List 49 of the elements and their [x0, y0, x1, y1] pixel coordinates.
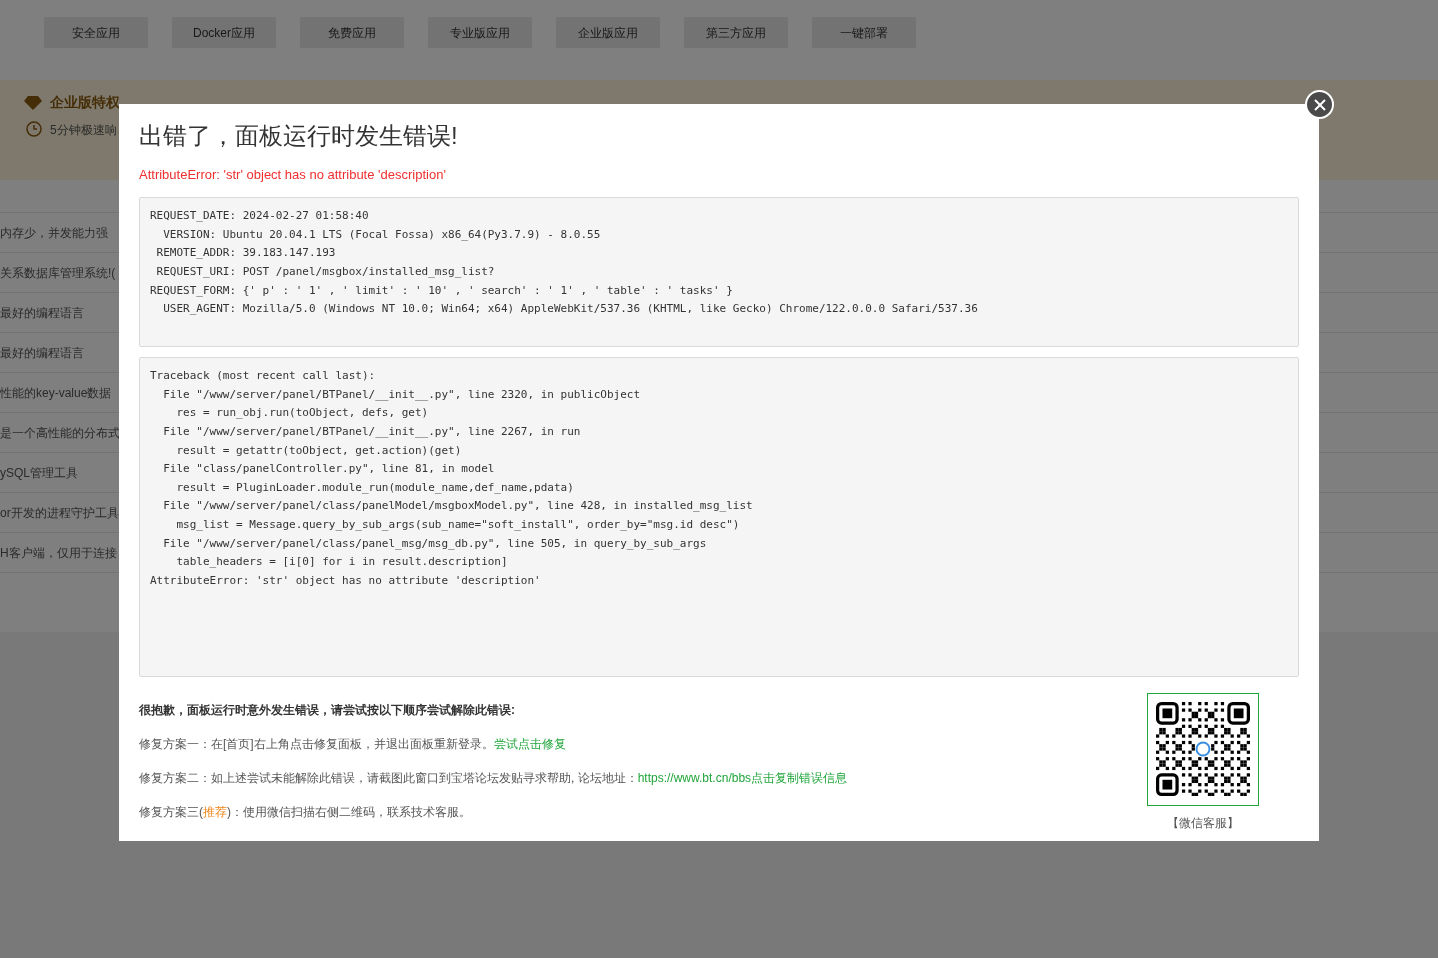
link[interactable]: 尝试点击修复	[493, 737, 566, 752]
close-icon	[1313, 98, 1326, 111]
code-line: REQUEST_DATE: 2024-02-27 01:58:40	[150, 208, 370, 225]
code-line: result = getattr(toObject, get.action)(get)	[175, 442, 463, 459]
code-line: AttributeError: 'str' object has no attribute 'description'	[150, 572, 542, 589]
help-text: 修复方案一：在[首页]右上角点击修复面板，并退出面板重新登录。尝试点击修复	[139, 736, 567, 754]
tab-button[interactable]: 一键部署	[812, 17, 916, 48]
code-line: File "/www/server/panel/class/panel_msg/msg_db.py", line 505, in query_by_sub_args	[162, 535, 708, 552]
tab-button[interactable]: 专业版应用	[428, 17, 532, 48]
row-description: H客户端，仅用于连接	[0, 544, 117, 562]
code-line: REMOTE_ADDR: 39.183.147.193	[155, 245, 337, 262]
help-text: 修复方案二：如上述尝试未能解除此错误，请截图此窗口到宝塔论坛发贴寻求帮助, 论坛地址：https://www.bt.cn/bbs点击复制错误信息	[139, 770, 848, 788]
clock-icon	[24, 121, 42, 139]
code-line: USER_AGENT: Mozilla/5.0 (Windows NT 10.0; Win64; x64) AppleWebKit/537.36 (KHTML, like Gecko) Chrome/122.0.0.0 Safari/537.36	[162, 301, 979, 318]
help-text: 修复方案三(推荐)：使用微信扫描右侧二维码，联系技术客服。	[139, 804, 472, 822]
help-heading: 很抱歉，面板运行时意外发生错误，请尝试按以下顺序尝试解除此错误:	[139, 702, 516, 720]
tab-button[interactable]: Docker应用	[172, 17, 276, 48]
code-line: VERSION: Ubuntu 20.04.1 LTS (Focal Fossa) x86_64(Py3.7.9) - 8.0.55	[162, 226, 602, 243]
code-line: Traceback (most recent call last):	[150, 368, 377, 385]
code-line: result = PluginLoader.module_run(module_name,def_name,pdata)	[175, 479, 575, 496]
tab-button[interactable]: 安全应用	[44, 17, 148, 48]
banner-title: 企业版特权	[50, 93, 120, 112]
row-description: 是一个高性能的分布式	[0, 424, 120, 442]
dialog-title: 出错了，面板运行时发生错误!	[139, 122, 459, 151]
link[interactable]: https://www.bt.cn/bbs	[637, 771, 752, 786]
row-description: 关系数据库管理系统!(	[0, 264, 116, 282]
link[interactable]: 点击复制错误信息	[751, 771, 848, 786]
row-description: 最好的编程语言	[0, 304, 84, 322]
code-line: File "/www/server/panel/BTPanel/__init__.py", line 2267, in run	[162, 424, 582, 441]
code-line: File "/www/server/panel/class/panelModel/msgboxModel.py", line 428, in installed_msg_list	[162, 498, 754, 515]
tab-button[interactable]: 企业版应用	[556, 17, 660, 48]
code-line: res = run_obj.run(toObject, defs, get)	[175, 405, 430, 422]
row-description: or开发的进程守护工具	[0, 504, 119, 522]
row-description: ySQL管理工具	[0, 464, 78, 482]
code-line: msg_list = Message.query_by_sub_args(sub_name="soft_install", order_by="msg.id desc")	[175, 517, 741, 534]
code-line: table_headers = [i[0] for i in result.description]	[175, 554, 509, 571]
row-description: 最好的编程语言	[0, 344, 84, 362]
diamond-icon	[24, 95, 42, 110]
banner-text: 5分钟极速响	[50, 122, 117, 139]
code-line: File "/www/server/panel/BTPanel/__init__.py", line 2320, in publicObject	[162, 386, 642, 403]
qr-caption: 【微信客服】	[1167, 815, 1239, 833]
tab-button[interactable]: 第三方应用	[684, 17, 788, 48]
row-description: 性能的key-value数据	[0, 384, 112, 402]
code-line: REQUEST_URI: POST /panel/msgbox/installed_msg_list?	[155, 264, 496, 281]
row-description: 内存少，并发能力强	[0, 224, 108, 242]
tab-button[interactable]: 免费应用	[300, 17, 404, 48]
error-message: AttributeError: 'str' object has no attribute 'description'	[139, 165, 447, 184]
code-line: REQUEST_FORM: {' p' : ' 1' , ' limit' : ' 10' , ' search' : ' 1' , ' table' : ' tasks' }	[150, 282, 734, 299]
code-line: File "class/panelController.py", line 81, in model	[162, 461, 496, 478]
